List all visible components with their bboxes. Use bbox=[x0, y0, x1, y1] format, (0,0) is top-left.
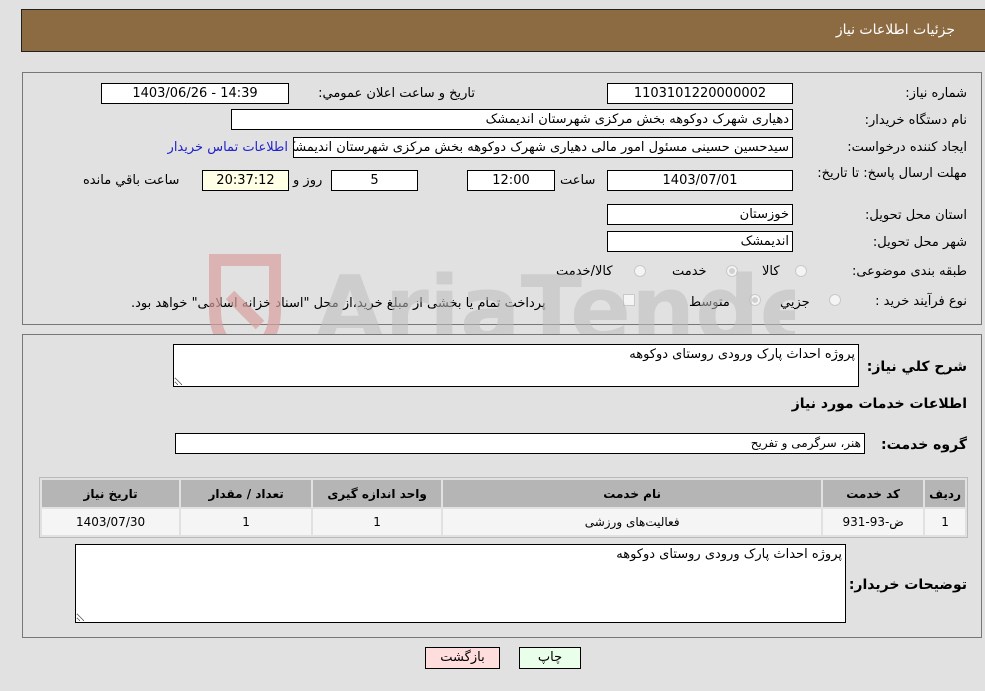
announce-datetime-field[interactable]: 1403/06/26 - 14:39 bbox=[101, 83, 289, 104]
table-header-row: ردیف کد خدمت نام خدمت واحد اندازه گیری ت… bbox=[42, 480, 965, 507]
cell-row-number: 1 bbox=[925, 509, 965, 535]
deadline-time-field[interactable]: 12:00 bbox=[467, 170, 555, 191]
cell-unit: 1 bbox=[313, 509, 442, 535]
province-field[interactable]: خوزستان bbox=[607, 204, 793, 225]
remaining-time-field: 20:37:12 bbox=[202, 170, 289, 191]
service-group-field[interactable]: هنر، سرگرمی و تفریح bbox=[175, 433, 865, 454]
treasury-note: پرداخت تمام یا بخشی از مبلغ خرید،از محل … bbox=[131, 296, 546, 311]
cell-need-date: 1403/07/30 bbox=[42, 509, 180, 535]
service-group-label: گروه خدمت: bbox=[881, 437, 967, 453]
city-field[interactable]: اندیمشک bbox=[607, 231, 793, 252]
page-title: جزئیات اطلاعات نیاز bbox=[835, 22, 955, 38]
requester-field[interactable]: سیدحسین حسینی مسئول امور مالی دهیاری شهر… bbox=[293, 137, 793, 158]
col-unit: واحد اندازه گیری bbox=[313, 480, 442, 507]
category-option-service: خدمت bbox=[672, 264, 707, 279]
announce-datetime-label: تاریخ و ساعت اعلان عمومي: bbox=[318, 86, 475, 101]
col-service-name: نام خدمت bbox=[443, 480, 822, 507]
need-number-field[interactable]: 1103101220000002 bbox=[607, 83, 793, 104]
page-header: جزئیات اطلاعات نیاز bbox=[21, 9, 985, 52]
table-row: 1 ض-93-931 فعالیت‌های ورزشی 1 1 1403/07/… bbox=[42, 509, 965, 535]
purchase-type-option-minor: جزيي bbox=[780, 295, 810, 310]
services-section-title: اطلاعات خدمات مورد نیاز bbox=[791, 396, 967, 412]
category-option-goods: کالا bbox=[762, 264, 780, 279]
buyer-org-field[interactable]: دهیاری شهرک دوکوهه بخش مرکزی شهرستان اند… bbox=[231, 109, 793, 130]
requester-label: ایجاد کننده درخواست: bbox=[847, 140, 967, 155]
col-quantity: تعداد / مقدار bbox=[181, 480, 312, 507]
category-label: طبقه بندی موضوعی: bbox=[851, 264, 967, 279]
treasury-checkbox[interactable] bbox=[623, 294, 635, 306]
back-button[interactable]: بازگشت bbox=[425, 647, 500, 669]
cell-service-code: ض-93-931 bbox=[823, 509, 924, 535]
col-need-date: تاریخ نیاز bbox=[42, 480, 180, 507]
city-label: شهر محل تحویل: bbox=[872, 235, 967, 250]
purchase-type-radio-minor[interactable] bbox=[829, 294, 841, 306]
days-label: روز و bbox=[293, 173, 323, 188]
summary-label: شرح کلي نیاز: bbox=[866, 359, 967, 375]
purchase-type-label: نوع فرآیند خرید : bbox=[875, 294, 967, 309]
col-row-number: ردیف bbox=[925, 480, 965, 507]
category-option-goods-service: کالا/خدمت bbox=[556, 264, 613, 279]
purchase-type-option-medium: متوسط bbox=[689, 295, 730, 310]
category-radio-goods-service[interactable] bbox=[634, 265, 646, 277]
category-radio-goods[interactable] bbox=[795, 265, 807, 277]
summary-textarea[interactable]: پروژه احداث پارک ورودی روستای دوکوهه bbox=[173, 344, 859, 387]
deadline-label: مهلت ارسال پاسخ: تا تاریخ: bbox=[817, 166, 967, 181]
deadline-date-field[interactable]: 1403/07/01 bbox=[607, 170, 793, 191]
print-button[interactable]: چاپ bbox=[519, 647, 581, 669]
buyer-notes-label: توضیحات خریدار: bbox=[848, 577, 967, 593]
cell-quantity: 1 bbox=[181, 509, 312, 535]
deadline-time-label: ساعت bbox=[560, 173, 596, 188]
remaining-time-label: ساعت باقي مانده bbox=[83, 173, 180, 188]
buyer-contact-link[interactable]: اطلاعات تماس خریدار bbox=[168, 140, 288, 155]
need-number-label: شماره نیاز: bbox=[905, 86, 967, 101]
buyer-notes-textarea[interactable]: پروژه احداث پارک ورودی روستای دوکوهه bbox=[75, 544, 846, 623]
col-service-code: کد خدمت bbox=[823, 480, 924, 507]
purchase-type-radio-medium[interactable] bbox=[749, 294, 761, 306]
category-radio-service[interactable] bbox=[726, 265, 738, 277]
province-label: استان محل تحویل: bbox=[865, 208, 967, 223]
buyer-org-label: نام دستگاه خریدار: bbox=[864, 113, 967, 128]
remaining-days-field[interactable]: 5 bbox=[331, 170, 418, 191]
services-table: ردیف کد خدمت نام خدمت واحد اندازه گیری ت… bbox=[39, 477, 968, 538]
cell-service-name: فعالیت‌های ورزشی bbox=[443, 509, 822, 535]
